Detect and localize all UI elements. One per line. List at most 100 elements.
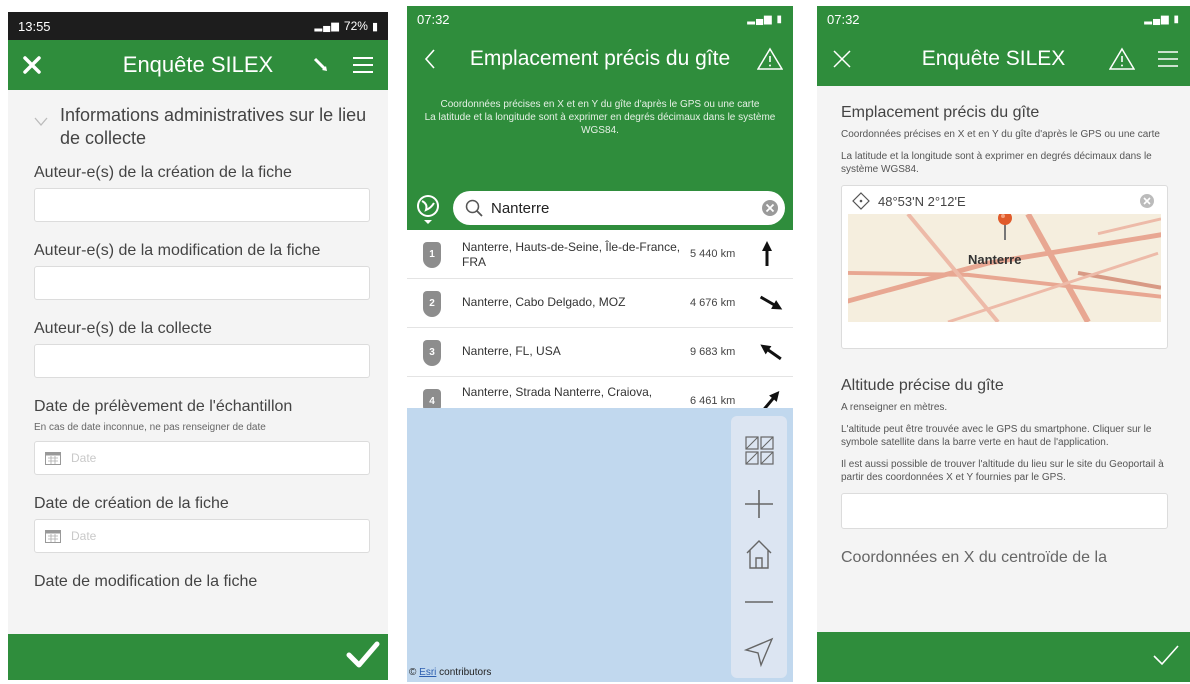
location-map[interactable]: Nanterre bbox=[848, 214, 1161, 322]
direction-arrow-icon bbox=[762, 241, 772, 266]
clear-icon[interactable] bbox=[1139, 193, 1155, 209]
menu-icon bbox=[1158, 51, 1178, 67]
result-number: 3 bbox=[423, 340, 441, 366]
bottom-bar bbox=[817, 632, 1190, 682]
result-place: Nanterre, FL, USA bbox=[462, 344, 561, 358]
result-item[interactable]: 3 Nanterre, FL, USA 9 683 km bbox=[407, 328, 793, 377]
location-button[interactable] bbox=[741, 634, 777, 675]
search-input[interactable]: Nanterre bbox=[453, 191, 785, 225]
map-toolbar bbox=[731, 416, 787, 678]
group-title: Informations administratives sur le lieu… bbox=[60, 105, 367, 148]
question-hint: Coordonnées précises en X et en Y du gît… bbox=[407, 86, 793, 185]
question-label: Date de création de la fiche bbox=[34, 495, 229, 512]
result-item[interactable]: 4 Nanterre, Strada Nanterre, Craiova, 6 … bbox=[407, 377, 793, 408]
creation-date-field[interactable]: Date bbox=[34, 519, 370, 553]
screen-title: Emplacement précis du gîte bbox=[469, 47, 731, 70]
form-screen: 13:55 ▂▄▆ 72% ▮ Enquête SILEX Informatio… bbox=[8, 12, 388, 680]
question-label: Date de prélèvement de l'échantillon bbox=[34, 398, 293, 415]
result-item[interactable]: 2 Nanterre, Cabo Delgado, MOZ 4 676 km bbox=[407, 279, 793, 328]
author-modification-field[interactable] bbox=[34, 266, 370, 300]
direction-arrow-icon bbox=[760, 344, 782, 361]
attribution-text: contributors bbox=[436, 667, 492, 678]
battery-icon: ▮ bbox=[371, 20, 378, 33]
geopoint-field[interactable]: 48°53'N 2°12'E Nanterre bbox=[841, 185, 1168, 349]
sampling-date-field[interactable]: Date bbox=[34, 441, 370, 475]
app-bar: Enquête SILEX bbox=[817, 32, 1190, 86]
author-collection-field[interactable] bbox=[34, 344, 370, 378]
status-time: 07:32 bbox=[827, 11, 860, 27]
chevron-down-icon bbox=[34, 117, 48, 126]
menu-button[interactable] bbox=[1153, 32, 1183, 86]
signal-icon: ▂▄▆ ▮ bbox=[1144, 13, 1180, 25]
menu-button[interactable] bbox=[348, 40, 378, 90]
question-title: Emplacement précis du gîte bbox=[841, 104, 1040, 121]
menu-icon bbox=[353, 57, 373, 73]
crosshair-icon bbox=[852, 192, 870, 210]
coordinates-row: 48°53'N 2°12'E bbox=[852, 192, 966, 210]
result-distance: 4 676 km bbox=[690, 297, 736, 309]
result-item[interactable]: 1 Nanterre, Hauts-de-Seine, Île-de-Franc… bbox=[407, 230, 793, 279]
result-distance: 9 683 km bbox=[690, 346, 736, 358]
signal-icon: ▂▄▆ ▮ bbox=[747, 13, 783, 25]
map-attribution: © Esri contributors bbox=[409, 667, 492, 678]
warning-icon bbox=[757, 47, 783, 70]
result-number: 1 bbox=[423, 242, 441, 268]
altitude-field[interactable] bbox=[841, 493, 1168, 529]
signal-icon: ▂▄▆ bbox=[314, 20, 340, 32]
zoom-out-button[interactable] bbox=[741, 584, 777, 625]
home-button[interactable] bbox=[741, 536, 777, 577]
status-bar: 13:55 ▂▄▆ 72% ▮ bbox=[8, 12, 388, 40]
question-hint: Coordonnées précises en X et en Y du gît… bbox=[841, 129, 1160, 140]
warning-button[interactable] bbox=[1107, 32, 1137, 86]
form-body: Emplacement précis du gîte Coordonnées p… bbox=[817, 104, 1190, 567]
search-icon bbox=[465, 199, 483, 217]
status-time: 13:55 bbox=[18, 18, 51, 34]
esri-link[interactable]: Esri bbox=[419, 667, 436, 678]
warning-button[interactable] bbox=[755, 32, 785, 86]
battery-level: 72% bbox=[343, 19, 368, 33]
zoom-in-button[interactable] bbox=[741, 486, 777, 527]
direction-arrow-icon bbox=[759, 295, 783, 310]
submit-button[interactable] bbox=[346, 640, 380, 675]
result-number: 2 bbox=[423, 291, 441, 317]
navigation-arrow-icon bbox=[743, 637, 774, 668]
bottom-bar bbox=[8, 634, 388, 680]
status-bar: 07:32 ▂▄▆ ▮ bbox=[407, 6, 793, 32]
map-search-screen: 07:32 ▂▄▆ ▮ Emplacement précis du gîte C… bbox=[407, 6, 793, 682]
basemap-button[interactable] bbox=[741, 432, 777, 473]
direction-arrow-icon bbox=[762, 391, 780, 408]
home-icon bbox=[746, 540, 772, 569]
group-header[interactable]: Informations administratives sur le lieu… bbox=[34, 104, 370, 150]
coordinates-value: 48°53'N 2°12'E bbox=[878, 193, 966, 209]
result-distance: 5 440 km bbox=[690, 248, 736, 260]
minus-icon bbox=[745, 601, 773, 603]
question-label: Auteur-e(s) de la collecte bbox=[34, 320, 212, 337]
satellite-button[interactable] bbox=[306, 40, 336, 90]
question-hint: La latitude et la longitude sont à expri… bbox=[841, 151, 1152, 175]
question-hint: En cas de date inconnue, ne pas renseign… bbox=[34, 422, 266, 433]
globe-icon bbox=[417, 195, 439, 224]
form-body: Informations administratives sur le lieu… bbox=[8, 104, 388, 597]
question-hint: L'altitude peut être trouvée avec le GPS… bbox=[841, 424, 1152, 448]
author-creation-field[interactable] bbox=[34, 188, 370, 222]
clear-icon[interactable] bbox=[761, 199, 779, 217]
locate-button[interactable] bbox=[413, 192, 443, 231]
grid-icon bbox=[745, 436, 774, 465]
form-screen-location: 07:32 ▂▄▆ ▮ Enquête SILEX Emplacement pr… bbox=[817, 6, 1190, 682]
checkmark-icon bbox=[1153, 645, 1179, 666]
question-title: Coordonnées en X du centroïde de la bbox=[841, 549, 1107, 566]
question-hint: Il est aussi possible de trouver l'altit… bbox=[841, 459, 1164, 483]
calendar-icon bbox=[45, 530, 61, 543]
status-time: 07:32 bbox=[417, 11, 450, 27]
result-place: Nanterre, Hauts-de-Seine, Île-de-France,… bbox=[462, 240, 681, 269]
warning-icon bbox=[1109, 47, 1135, 70]
result-place: Nanterre, Cabo Delgado, MOZ bbox=[462, 295, 626, 309]
result-number: 4 bbox=[423, 389, 441, 408]
location-pin-icon bbox=[998, 214, 1012, 240]
date-placeholder: Date bbox=[71, 451, 97, 465]
result-place: Nanterre, Strada Nanterre, Craiova, bbox=[462, 385, 653, 399]
status-bar: 07:32 ▂▄▆ ▮ bbox=[817, 6, 1190, 32]
date-placeholder: Date bbox=[71, 529, 97, 543]
calendar-icon bbox=[45, 452, 61, 465]
submit-button[interactable] bbox=[1152, 644, 1180, 673]
